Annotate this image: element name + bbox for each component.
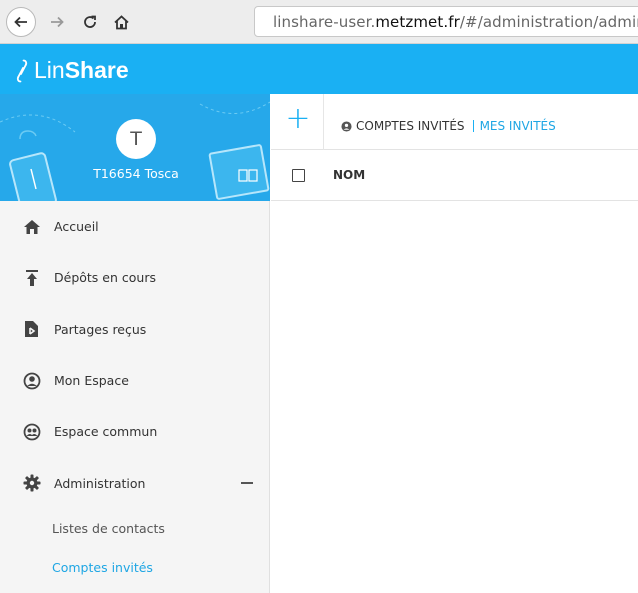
sidebar-item-espace-commun[interactable]: Espace commun <box>0 406 270 457</box>
user-circle-icon <box>22 371 42 391</box>
sidebar-item-label: Espace commun <box>54 424 158 440</box>
avatar[interactable]: T <box>116 119 156 159</box>
sidebar-subitem-comptes-invites[interactable]: Comptes invités <box>0 548 270 587</box>
app-header: LinShare <box>0 44 638 94</box>
arrow-right-icon <box>51 16 64 28</box>
home-icon <box>22 217 42 237</box>
add-guest-button[interactable]: + <box>285 104 311 134</box>
link-logo-icon <box>16 59 28 82</box>
sidebar-item-partages-recus[interactable]: Partages reçus <box>0 304 270 355</box>
group-icon <box>22 422 42 442</box>
browser-toolbar: linshare-user.metzmet.fr/#/administratio… <box>0 0 638 44</box>
breadcrumb-my-guests[interactable]: MES INVITÉS <box>480 119 556 133</box>
sidebar-item-depots[interactable]: Dépôts en cours <box>0 252 270 303</box>
sidebar: T T16654 Tosca Accueil Dépôts en cours P… <box>0 94 270 593</box>
logo-text: LinShare <box>34 57 129 83</box>
gear-icon <box>22 473 42 493</box>
user-name: T16654 Tosca <box>93 166 179 181</box>
sidebar-menu: Accueil Dépôts en cours Partages reçus M… <box>0 201 270 587</box>
linshare-logo[interactable]: LinShare <box>16 57 129 84</box>
url-text: linshare-user.metzmet.fr/#/administratio… <box>273 12 638 31</box>
home-icon <box>113 14 129 29</box>
reload-button[interactable] <box>75 7 105 37</box>
sidebar-item-accueil[interactable]: Accueil <box>0 201 270 252</box>
content-toolbar: + COMPTES INVITÉS MES INVITÉS <box>271 94 638 150</box>
arrow-left-icon <box>14 16 27 28</box>
page: linshare-user.metzmet.fr/#/administratio… <box>0 0 638 593</box>
breadcrumb: COMPTES INVITÉS MES INVITÉS <box>341 119 556 133</box>
sidebar-item-label: Partages reçus <box>54 321 147 337</box>
user-profile-banner: T T16654 Tosca <box>0 94 270 201</box>
sidebar-item-administration[interactable]: Administration <box>0 457 270 508</box>
forward-button[interactable] <box>42 7 72 37</box>
sidebar-item-label: Mon Espace <box>54 373 129 389</box>
sidebar-item-label: Accueil <box>54 219 99 235</box>
address-bar[interactable]: linshare-user.metzmet.fr/#/administratio… <box>254 6 638 37</box>
received-shares-icon <box>22 319 42 339</box>
select-all-checkbox[interactable] <box>292 169 305 182</box>
sidebar-subitem-listes-contacts[interactable]: Listes de contacts <box>0 509 270 548</box>
sidebar-item-label: Administration <box>54 475 146 491</box>
breadcrumb-separator <box>472 120 474 132</box>
back-button[interactable] <box>6 7 36 37</box>
toolbar-divider <box>323 94 324 150</box>
column-header-nom[interactable]: NOM <box>333 168 365 182</box>
sidebar-subitem-label: Listes de contacts <box>52 520 165 536</box>
breadcrumb-guest-accounts[interactable]: COMPTES INVITÉS <box>356 119 465 133</box>
sidebar-item-label: Dépôts en cours <box>54 270 156 286</box>
table-header: NOM <box>271 150 638 201</box>
reload-icon <box>84 15 96 28</box>
sidebar-item-mon-espace[interactable]: Mon Espace <box>0 355 270 406</box>
home-button[interactable] <box>106 7 136 37</box>
collapse-icon[interactable] <box>241 482 253 485</box>
upload-icon <box>22 268 42 288</box>
user-circle-icon <box>341 120 352 132</box>
sidebar-subitem-label: Comptes invités <box>52 559 153 575</box>
